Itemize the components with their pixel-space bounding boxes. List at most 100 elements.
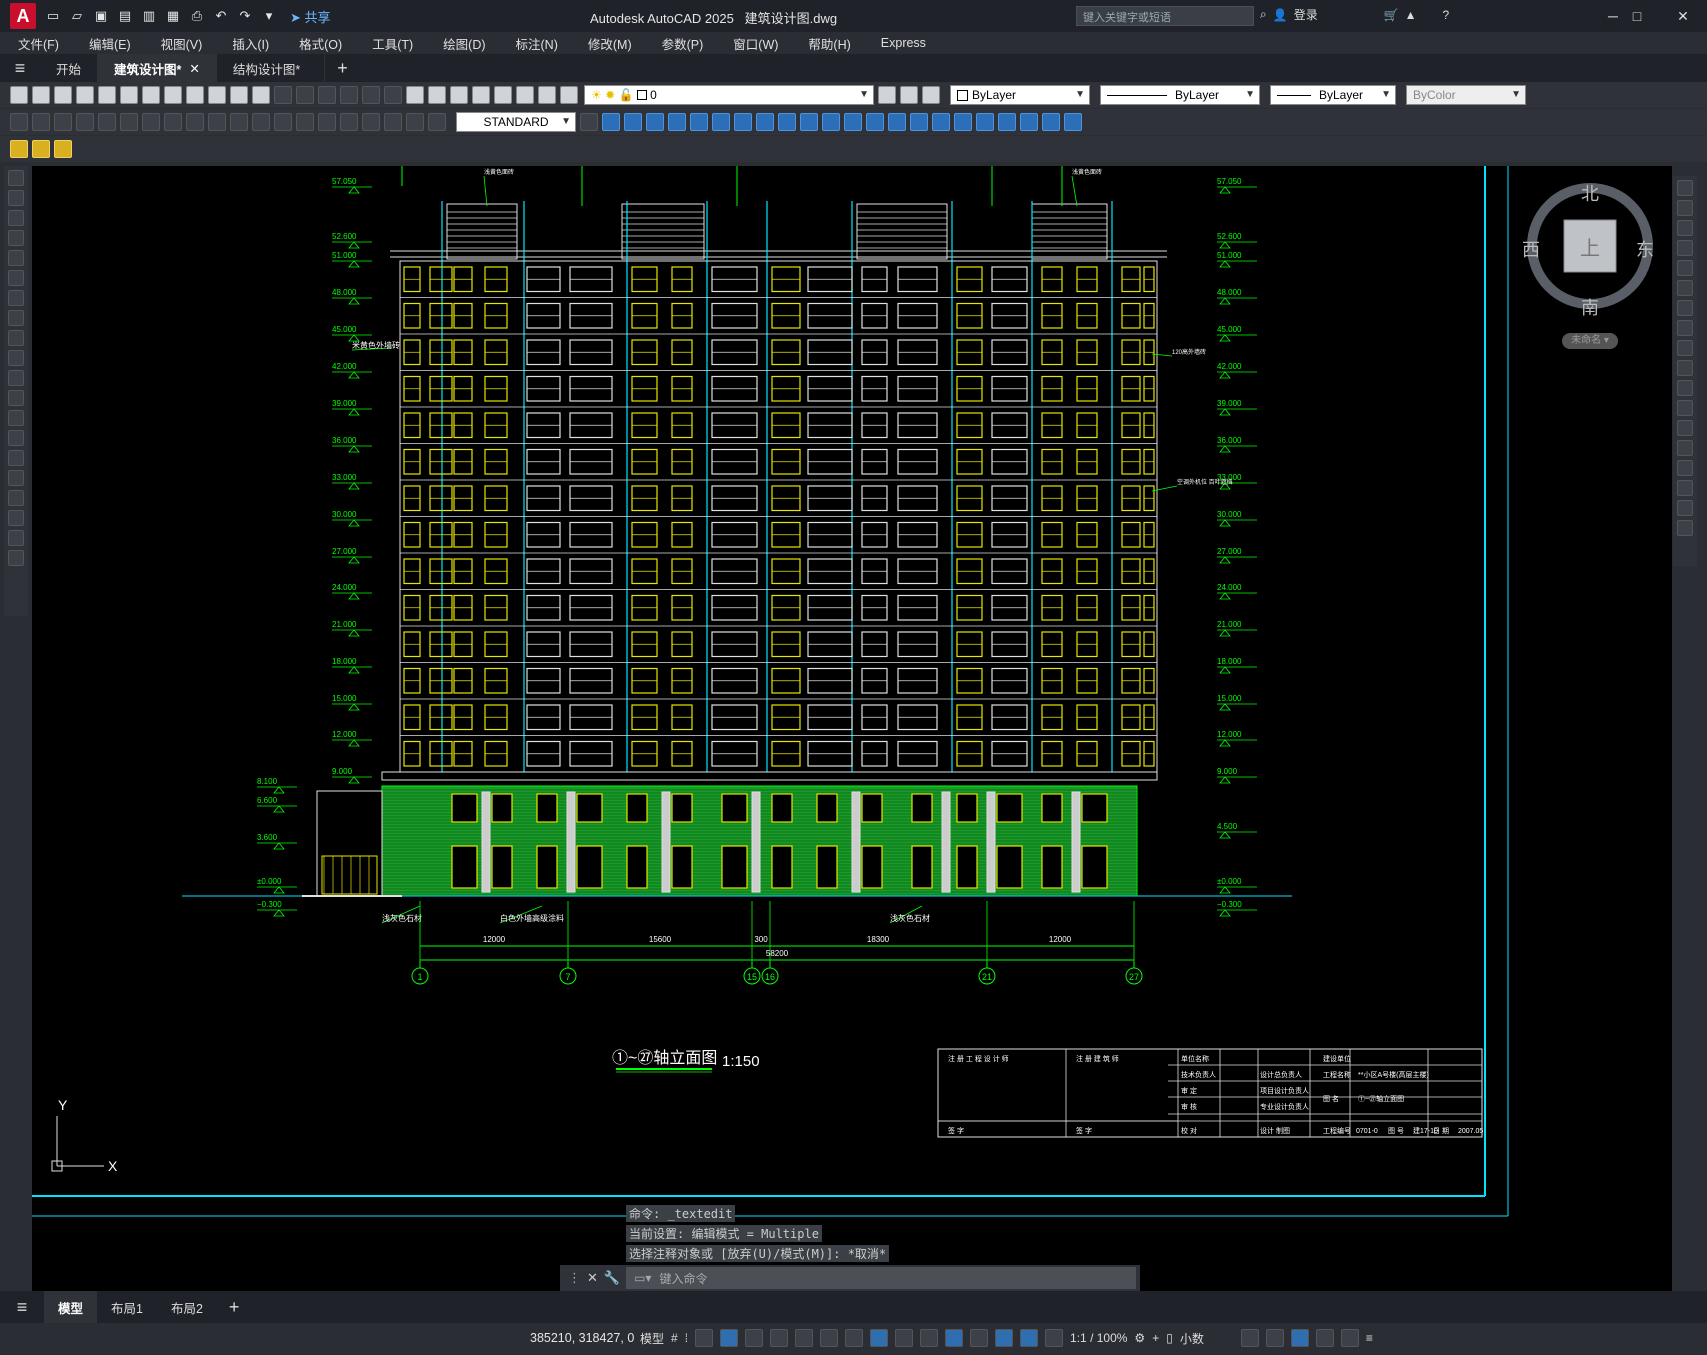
preview-icon[interactable] (98, 86, 116, 104)
view-bottom-icon[interactable] (624, 113, 642, 131)
view-right-icon[interactable] (668, 113, 686, 131)
transparency-icon[interactable] (870, 1329, 889, 1347)
color-dropdown[interactable]: ByLayer ▼ (950, 85, 1090, 105)
isolate-icon[interactable] (1290, 1329, 1309, 1347)
layout-tab-1[interactable]: 布局1 (97, 1291, 157, 1323)
view-ne-iso-icon[interactable] (778, 113, 796, 131)
new-file-icon[interactable]: ▭ (44, 7, 62, 25)
menu-item-10[interactable]: 窗口(W) (715, 34, 790, 53)
circle-icon[interactable] (8, 290, 24, 306)
search-icon[interactable]: ⌕ (1260, 7, 1267, 22)
grid-icon[interactable]: # (671, 1331, 678, 1345)
ucs-icon[interactable] (844, 113, 862, 131)
close-tab-icon[interactable]: ✕ (189, 61, 199, 76)
dim-ordinate-icon[interactable] (76, 113, 94, 131)
open-icon[interactable] (32, 86, 50, 104)
point-icon[interactable] (8, 430, 24, 446)
center-mark-icon[interactable] (318, 113, 336, 131)
image-icon[interactable] (32, 140, 50, 158)
ortho-icon[interactable] (720, 1329, 739, 1347)
autodesk-app-icon[interactable]: ▲ (1405, 8, 1417, 22)
annotation-visibility-icon[interactable] (1020, 1329, 1039, 1347)
layer-previous-icon[interactable] (900, 86, 918, 104)
view-sw-iso-icon[interactable] (734, 113, 752, 131)
layer-dropdown[interactable]: ☀ ✹ 🔓 0 ▼ (584, 85, 874, 105)
table-icon[interactable] (8, 510, 24, 526)
spline-icon[interactable] (8, 330, 24, 346)
ucs-previous-icon[interactable] (888, 113, 906, 131)
quickcalc-icon[interactable] (516, 86, 534, 104)
add-selected-icon[interactable] (8, 550, 24, 566)
layer-properties-icon[interactable] (560, 86, 578, 104)
view-left-icon[interactable] (646, 113, 664, 131)
tolerance-icon[interactable] (296, 113, 314, 131)
mtext-icon[interactable] (8, 530, 24, 546)
view-front-icon[interactable] (690, 113, 708, 131)
ucs-view-icon[interactable] (954, 113, 972, 131)
help-icon[interactable]: ? (1443, 8, 1450, 22)
menu-item-9[interactable]: 参数(P) (644, 34, 716, 53)
insert-block-icon[interactable] (8, 390, 24, 406)
grip-icon[interactable]: ⋮ (568, 1270, 581, 1286)
viewcube-north[interactable]: 北 (1581, 180, 1599, 206)
menu-item-12[interactable]: Express (863, 36, 938, 50)
doc-tab-0[interactable]: 开始 (40, 54, 99, 82)
menu-item-1[interactable]: 编辑(E) (71, 34, 143, 53)
markup-icon[interactable] (494, 86, 512, 104)
qdim-icon[interactable] (186, 113, 204, 131)
help-tool-icon[interactable] (538, 86, 556, 104)
ucs-3point-icon[interactable] (1020, 113, 1038, 131)
menu-item-2[interactable]: 视图(V) (143, 34, 215, 53)
cut-icon[interactable] (164, 86, 182, 104)
viewcube-east[interactable]: 东 (1636, 236, 1654, 262)
polyline-icon[interactable] (8, 210, 24, 226)
infer-icon[interactable] (695, 1329, 714, 1347)
graphics-perf-icon[interactable] (1315, 1329, 1334, 1347)
ucs-y-icon[interactable] (1064, 113, 1082, 131)
save-as-icon[interactable]: ▤ (116, 7, 134, 25)
cart-icon[interactable]: 🛒 (1384, 8, 1399, 22)
zoom-window-icon[interactable] (362, 86, 380, 104)
plus-icon[interactable]: + (1152, 1331, 1159, 1345)
share-button[interactable]: ➤ 共享 (290, 7, 331, 26)
ucs-world-icon[interactable] (866, 113, 884, 131)
dim-diameter-icon[interactable] (142, 113, 160, 131)
dim-continue-icon[interactable] (230, 113, 248, 131)
dim-angular-icon[interactable] (164, 113, 182, 131)
layout-tab-2[interactable]: 布局2 (157, 1291, 217, 1323)
dim-arc-icon[interactable] (54, 113, 72, 131)
blockeditor-icon[interactable] (252, 86, 270, 104)
gradient-icon[interactable] (8, 470, 24, 486)
menu-item-8[interactable]: 修改(M) (570, 34, 644, 53)
inspect-icon[interactable] (340, 113, 358, 131)
user-icon[interactable]: 👤 (1273, 8, 1288, 22)
design-center-icon[interactable] (428, 86, 446, 104)
osnap-icon[interactable] (820, 1329, 839, 1347)
undo-tool-icon[interactable] (274, 86, 292, 104)
viewcube-top-face[interactable]: 上 (1580, 232, 1600, 261)
layer-state-icon[interactable] (922, 86, 940, 104)
open-file-icon[interactable]: ▱ (68, 7, 86, 25)
dim-radius-icon[interactable] (98, 113, 116, 131)
undo-icon[interactable]: ↶ (212, 7, 230, 25)
matchprop-icon[interactable] (230, 86, 248, 104)
scale-icon[interactable] (1677, 320, 1693, 336)
plot-icon[interactable]: ⎙ (188, 7, 206, 25)
coordinates-readout[interactable]: 385210, 318427, 0 (530, 1331, 634, 1345)
dim-text-edit-icon[interactable] (406, 113, 424, 131)
ucs-face-icon[interactable] (910, 113, 928, 131)
qnew-icon[interactable] (10, 86, 28, 104)
customize-icon[interactable]: 🔧 (604, 1270, 620, 1286)
text-edit-icon[interactable] (10, 140, 28, 158)
lineweight-dropdown[interactable]: ByLayer ▼ (1270, 85, 1396, 105)
polar-icon[interactable] (745, 1329, 764, 1347)
maximize-button[interactable]: □ (1614, 0, 1660, 32)
move-icon[interactable] (1677, 280, 1693, 296)
dim-style-icon[interactable] (580, 113, 598, 131)
zoom-realtime-icon[interactable] (340, 86, 358, 104)
make-block-icon[interactable] (8, 410, 24, 426)
stretch-icon[interactable] (1677, 340, 1693, 356)
hamburger-layouts-icon[interactable]: ≡ (0, 1297, 44, 1318)
open-web-icon[interactable]: ▥ (140, 7, 158, 25)
save-icon[interactable] (54, 86, 72, 104)
